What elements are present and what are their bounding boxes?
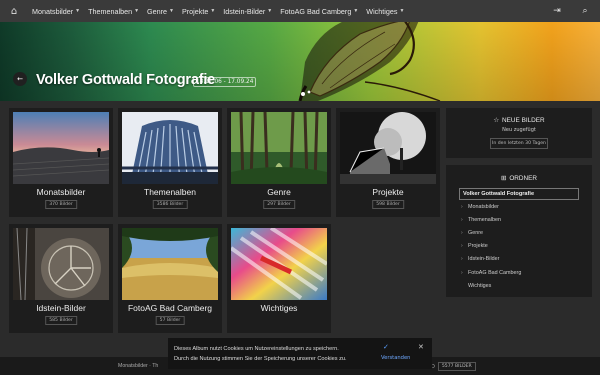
cookie-line-1: Dieses Album nutzt Cookies um Nutzereins… [174, 346, 339, 352]
star-icon: ☆ [493, 117, 500, 124]
album-thumbnail [13, 112, 109, 184]
album-card-monatsbilder[interactable]: Monatsbilder 370 Bilder [9, 108, 113, 217]
album-card-fotoag[interactable]: FotoAG Bad Camberg 57 Bilder [118, 224, 222, 333]
nav-item-fotoag[interactable]: FotoAG Bad Camberg ▼ [276, 0, 362, 22]
album-thumbnail [340, 112, 436, 184]
folder-item-genre[interactable]: › Genre [461, 226, 592, 239]
album-card-idstein-bilder[interactable]: Idstein-Bilder 585 Bilder [9, 224, 113, 333]
album-card-themenalben[interactable]: Themenalben 3586 Bilder [118, 108, 222, 217]
folder-item-monatsbilder[interactable]: › Monatsbilder [461, 200, 592, 213]
hero-banner: ← Volker Gottwald Fotografie 18.11.06 - … [0, 22, 600, 101]
album-title: Genre [267, 187, 291, 197]
caret-down-icon: ▼ [210, 8, 216, 14]
folder-tree-icon: ⊞ [500, 175, 507, 182]
total-images-badge: 5577 BILDER [437, 362, 476, 371]
album-card-projekte[interactable]: Projekte 598 Bilder [336, 108, 440, 217]
folders-panel: ⊞ ORDNER Volker Gottwald Fotografie › Mon… [446, 165, 592, 297]
album-card-wichtiges[interactable]: Wichtiges [227, 224, 331, 333]
nav-label: Idstein-Bilder [223, 6, 266, 16]
cookie-line-2: Durch die Nutzung stimmen Sie der Speich… [174, 355, 347, 362]
chevron-right-icon: › [461, 229, 463, 236]
last-30-days-button[interactable]: In den letzten 30 Tagen [490, 138, 548, 149]
folder-item-themenalben[interactable]: › Themenalben [461, 213, 592, 226]
nav-label: Projekte [181, 6, 209, 16]
butterfly-image [298, 22, 441, 101]
nav-right: ⇥ ⌕ [550, 0, 592, 22]
top-nav: ⌂ Monatsbilder ▼ Themenalben ▼ Genre ▼ Proj… [0, 0, 600, 22]
search-icon[interactable]: ⌕ [578, 0, 592, 22]
date-range-badge: 18.11.06 - 17.09.24 [193, 77, 257, 87]
caret-down-icon: ▼ [134, 8, 140, 14]
album-thumbnail [231, 112, 327, 184]
footer-breadcrumb[interactable]: Monatsbilder · Th [118, 363, 158, 369]
album-count: 585 Bilder [45, 316, 77, 325]
album-thumbnail [13, 228, 109, 300]
caret-down-icon: ▼ [75, 8, 81, 14]
album-count: 57 Bilder [155, 316, 185, 325]
home-icon[interactable]: ⌂ [0, 0, 28, 22]
nav-item-wichtiges[interactable]: Wichtiges ▼ [362, 0, 408, 22]
caret-down-icon: ▼ [399, 8, 405, 14]
folder-item-projekte[interactable]: › Projekte [461, 240, 592, 253]
nav-label: FotoAG Bad Camberg [280, 6, 352, 16]
caret-down-icon: ▼ [267, 8, 273, 14]
panel-heading: ⊞ ORDNER [500, 174, 538, 183]
album-card-genre[interactable]: Genre 297 Bilder [227, 108, 331, 217]
album-title: Idstein-Bilder [36, 303, 86, 313]
folder-item-idstein-bilder[interactable]: › Idstein-Bilder [461, 253, 592, 266]
nav-label: Wichtiges [366, 6, 398, 16]
back-arrow-icon[interactable]: ← [13, 72, 27, 86]
nav-item-idstein-bilder[interactable]: Idstein-Bilder ▼ [219, 0, 276, 22]
chevron-right-icon: › [461, 269, 463, 276]
nav-item-projekte[interactable]: Projekte ▼ [178, 0, 219, 22]
nav-label: Monatsbilder [32, 6, 74, 16]
cookie-accept-button[interactable]: Verstanden [381, 355, 410, 361]
album-count: 370 Bilder [45, 200, 77, 209]
folder-root-selected[interactable]: Volker Gottwald Fotografie [459, 188, 579, 200]
chevron-right-icon: › [461, 203, 463, 210]
album-thumbnail [122, 228, 218, 300]
new-images-panel: ☆ NEUE BILDER Neu zugefügt In den letzte… [446, 108, 592, 158]
album-thumbnail [231, 228, 327, 300]
nav-label: Genre [147, 6, 168, 16]
nav-item-monatsbilder[interactable]: Monatsbilder ▼ [28, 0, 84, 22]
album-count: 297 Bilder [263, 200, 295, 209]
nav-item-themenalben[interactable]: Themenalben ▼ [84, 0, 143, 22]
page-title: Volker Gottwald Fotografie [36, 72, 216, 88]
album-count: 598 Bilder [372, 200, 404, 209]
caret-down-icon: ▼ [169, 8, 174, 14]
login-icon[interactable]: ⇥ [550, 0, 564, 22]
nav-item-genre[interactable]: Genre ▼ [143, 0, 178, 22]
album-thumbnail [122, 112, 218, 184]
folder-item-fotoag[interactable]: › FotoAG Bad Camberg [461, 266, 592, 279]
close-icon[interactable]: ✕ [418, 343, 424, 351]
cookie-message: Dieses Album nutzt Cookies um Nutzereins… [174, 345, 374, 364]
footer-stats: ND 5577 BILDER [427, 362, 476, 371]
chevron-right-icon: › [461, 256, 463, 263]
album-title: FotoAG Bad Camberg [127, 303, 213, 313]
album-title: Wichtiges [260, 303, 298, 313]
album-title: Projekte [372, 187, 404, 197]
album-title: Monatsbilder [36, 187, 86, 197]
panel-heading: ☆ NEUE BILDER [493, 116, 545, 125]
chevron-right-icon: › [461, 243, 463, 250]
caret-down-icon: ▼ [353, 8, 359, 14]
folder-item-wichtiges[interactable]: Wichtiges [468, 279, 592, 292]
album-count: 3586 Bilder [152, 200, 188, 209]
nav-label: Themenalben [88, 6, 133, 16]
check-icon[interactable]: ✓ [383, 343, 389, 351]
panel-subtitle: Neu zugefügt [502, 127, 536, 133]
album-title: Themenalben [144, 187, 196, 197]
chevron-right-icon: › [461, 216, 463, 223]
cookie-banner: Dieses Album nutzt Cookies um Nutzereins… [168, 338, 432, 369]
